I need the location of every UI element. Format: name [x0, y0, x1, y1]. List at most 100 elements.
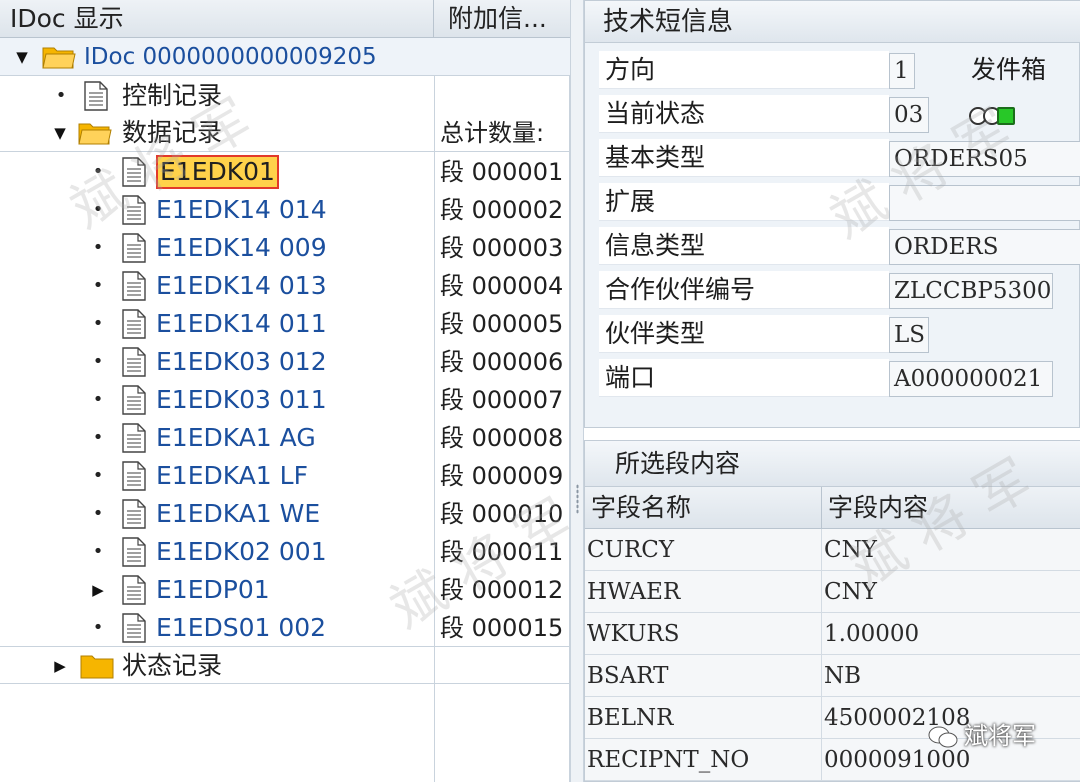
tree-node-segment[interactable]: • E1EDKA1 LF 段 000009 [0, 457, 570, 495]
segment-number-label: 段 000001 [440, 158, 564, 186]
tree-node-segment[interactable]: • E1EDK14 013 段 000004 [0, 267, 570, 305]
field-value-cell: NB [824, 663, 862, 689]
segment-name-label: E1EDKA1 LF [156, 461, 308, 490]
document-icon [122, 347, 146, 377]
tree-node-segment[interactable]: • E1EDK14 014 段 000002 [0, 191, 570, 229]
field-row-partner-type: 伙伴类型 LS [599, 313, 1080, 355]
segment-name-label: E1EDK02 001 [156, 537, 327, 566]
tree-column-header-idoc[interactable]: IDoc 显示 [0, 0, 434, 38]
field-label-basic-type: 基本类型 [599, 139, 889, 177]
field-value-current-status[interactable]: 03 [889, 97, 929, 133]
field-grid-header: 字段名称 字段内容 [585, 487, 1080, 529]
field-name-cell: WKURS [585, 613, 822, 655]
total-count-label: 总计数量: [440, 119, 545, 147]
idoc-tree-pane: IDoc 显示 附加信... ▼ IDoc 0000000000009205 •… [0, 0, 570, 782]
field-label-message-type: 信息类型 [599, 227, 889, 265]
bullet-icon: • [92, 351, 104, 372]
column-header-field-name[interactable]: 字段名称 [585, 487, 822, 529]
field-value-basic-type[interactable]: ORDERS05 [889, 141, 1080, 177]
wechat-icon [928, 726, 958, 748]
pane-splitter[interactable] [570, 0, 584, 782]
expand-triangle-icon[interactable]: ▶ [90, 571, 106, 609]
segment-name-label: E1EDS01 002 [156, 613, 327, 642]
segment-number-label: 段 000009 [440, 462, 564, 490]
field-label-partner-type: 伙伴类型 [599, 315, 889, 353]
document-icon [122, 385, 146, 415]
bullet-icon: • [55, 85, 67, 106]
segment-name-label: E1EDK14 014 [156, 195, 327, 224]
segment-number-label: 段 000003 [440, 234, 564, 262]
tree-column-header-additional[interactable]: 附加信... [434, 0, 570, 38]
table-row[interactable]: HWAER CNY [585, 571, 1080, 613]
tree-node-segment[interactable]: • E1EDK14 009 段 000003 [0, 229, 570, 267]
tech-short-info-title: 技术短信息 [585, 1, 1080, 43]
document-icon [122, 309, 146, 339]
wechat-watermark-text: 斌将军 [964, 722, 1036, 750]
collapse-triangle-icon[interactable]: ▼ [14, 38, 30, 76]
tree-header: IDoc 显示 附加信... [0, 0, 570, 38]
segment-number-label: 段 000004 [440, 272, 564, 300]
document-icon [122, 499, 146, 529]
field-row-port: 端口 A000000021 [599, 357, 1080, 399]
field-value-port[interactable]: A000000021 [889, 361, 1053, 397]
tree-node-idoc-root[interactable]: ▼ IDoc 0000000000009205 [0, 38, 570, 76]
field-name-cell: HWAER [585, 571, 822, 613]
field-value-message-type[interactable]: ORDERS [889, 229, 1080, 265]
field-name-cell: CURCY [585, 529, 822, 571]
tree-node-data-record-label: 数据记录 [122, 118, 223, 147]
field-row-basic-type: 基本类型 ORDERS05 [599, 137, 1080, 179]
column-header-field-content[interactable]: 字段内容 [822, 487, 1080, 529]
table-row[interactable]: CURCY CNY [585, 529, 1080, 571]
tree-node-segment[interactable]: • E1EDKA1 WE 段 000010 [0, 495, 570, 533]
collapse-triangle-icon[interactable]: ▼ [52, 114, 68, 152]
wechat-watermark: 斌将军 [928, 716, 1036, 756]
tree-node-segment[interactable]: • E1EDK01 段 000001 [0, 153, 570, 191]
segment-name-label: E1EDK01 [156, 155, 279, 189]
field-label-partner-number: 合作伙伴编号 [599, 271, 889, 309]
segment-name-label: E1EDKA1 WE [156, 499, 321, 528]
field-name-cell: BSART [585, 655, 822, 697]
tree-node-segment[interactable]: • E1EDK02 001 段 000011 [0, 533, 570, 571]
bullet-icon: • [92, 389, 104, 410]
expand-triangle-icon[interactable]: ▶ [52, 647, 68, 685]
field-value-cell: 1.00000 [824, 621, 920, 647]
field-value-extension[interactable] [889, 185, 1080, 221]
segment-name-label: E1EDK14 011 [156, 309, 327, 338]
bullet-icon: • [92, 313, 104, 334]
segment-name-label: E1EDP01 [156, 575, 270, 604]
tree-node-control-record[interactable]: • 控制记录 [0, 77, 570, 115]
field-value-partner-number[interactable]: ZLCCBP5300 [889, 273, 1053, 309]
field-value-partner-type[interactable]: LS [889, 317, 929, 353]
folder-icon [80, 655, 114, 679]
tree-node-data-record[interactable]: ▼ 数据记录 总计数量: [0, 114, 570, 152]
direction-text: 发件箱 [971, 55, 1047, 84]
document-icon [122, 233, 146, 263]
segment-number-label: 段 000010 [440, 500, 564, 528]
splitter-grip-icon[interactable] [576, 484, 579, 514]
tree-node-segment[interactable]: • E1EDK03 011 段 000007 [0, 381, 570, 419]
tree-node-segment[interactable]: • E1EDKA1 AG 段 000008 [0, 419, 570, 457]
tree-node-status-record[interactable]: ▶ 状态记录 [0, 646, 570, 684]
segment-name-label: E1EDK14 013 [156, 271, 327, 300]
tree-node-segment[interactable]: • E1EDK14 011 段 000005 [0, 305, 570, 343]
tree-node-segment[interactable]: ▶ E1EDP01 段 000012 [0, 571, 570, 609]
table-row[interactable]: BSART NB [585, 655, 1080, 697]
field-value-direction[interactable]: 1 [889, 53, 915, 89]
document-icon [122, 195, 146, 225]
bullet-icon: • [92, 503, 104, 524]
tree-node-segment[interactable]: • E1EDK03 012 段 000006 [0, 343, 570, 381]
field-name-cell: RECIPNT_NO [585, 739, 822, 781]
document-icon [122, 537, 146, 567]
segment-number-label: 段 000002 [440, 196, 564, 224]
tree-node-segment[interactable]: • E1EDS01 002 段 000015 [0, 609, 570, 647]
field-label-port: 端口 [599, 359, 889, 397]
field-value-cell: CNY [824, 579, 877, 605]
bullet-icon: • [92, 161, 104, 182]
bullet-icon: • [92, 617, 104, 638]
bullet-icon: • [92, 427, 104, 448]
table-row[interactable]: WKURS 1.00000 [585, 613, 1080, 655]
field-row-message-type: 信息类型 ORDERS [599, 225, 1080, 267]
field-label-extension: 扩展 [599, 183, 889, 221]
field-name-cell: BELNR [585, 697, 822, 739]
segment-name-label: E1EDK03 012 [156, 347, 327, 376]
